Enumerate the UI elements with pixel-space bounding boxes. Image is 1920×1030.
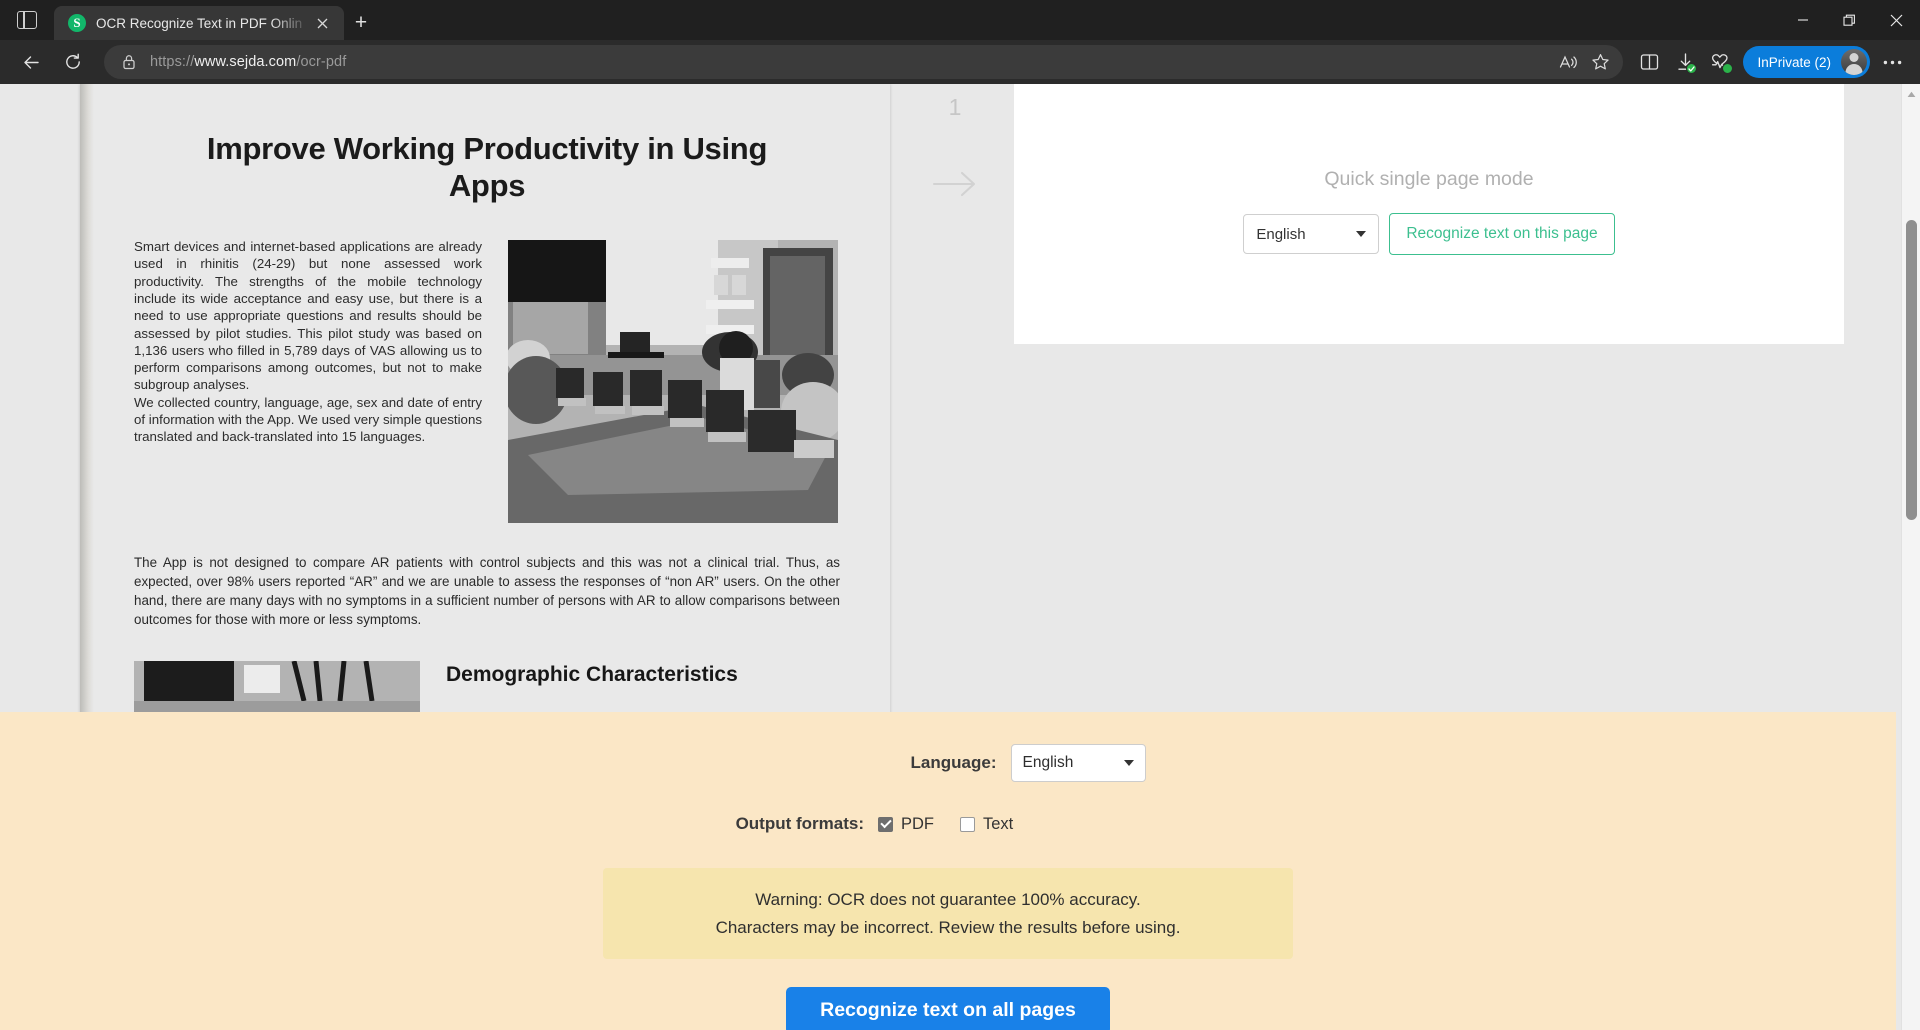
minimize-button[interactable] bbox=[1779, 0, 1826, 40]
quick-language-value: English bbox=[1256, 226, 1305, 243]
address-bar[interactable]: https://www.sejda.com/ocr-pdf bbox=[104, 45, 1623, 79]
document-paragraph-2: We collected country, language, age, sex… bbox=[134, 394, 482, 446]
document-title: Improve Working Productivity in Using Ap… bbox=[168, 131, 806, 204]
quick-panel-controls: English Recognize text on this page bbox=[1014, 213, 1844, 255]
output-formats-label: Output formats: bbox=[618, 814, 878, 834]
tab-title: OCR Recognize Text in PDF Onlin bbox=[96, 16, 310, 31]
back-button[interactable] bbox=[13, 44, 49, 80]
page-viewport: Improve Working Productivity in Using Ap… bbox=[0, 84, 1920, 1030]
new-tab-button[interactable]: + bbox=[344, 6, 378, 40]
lock-icon bbox=[118, 51, 140, 73]
chevron-down-icon bbox=[1356, 231, 1366, 237]
sejda-favicon-icon: S bbox=[68, 14, 86, 32]
page-number-label: 1 bbox=[900, 84, 1010, 121]
document-left-column: Smart devices and internet-based applica… bbox=[134, 238, 482, 523]
arrow-right-icon[interactable] bbox=[900, 169, 1010, 199]
text-checkbox-label: Text bbox=[983, 815, 1013, 834]
browser-titlebar: S OCR Recognize Text in PDF Onlin + bbox=[0, 0, 1920, 40]
favorite-star-icon[interactable] bbox=[1585, 47, 1615, 77]
ocr-warning-box: Warning: OCR does not guarantee 100% acc… bbox=[603, 868, 1293, 959]
output-formats-row: Output formats: PDF Text bbox=[0, 814, 1896, 834]
page-scrollbar[interactable] bbox=[1901, 84, 1920, 1030]
essentials-status-badge bbox=[1722, 63, 1733, 74]
browser-window: S OCR Recognize Text in PDF Onlin + bbox=[0, 0, 1920, 1030]
chevron-down-icon bbox=[1124, 760, 1134, 766]
pdf-checkbox-label: PDF bbox=[901, 815, 934, 834]
text-checkbox[interactable] bbox=[960, 817, 975, 832]
warning-line-1: Warning: OCR does not guarantee 100% acc… bbox=[623, 886, 1273, 914]
recognize-this-page-button[interactable]: Recognize text on this page bbox=[1389, 213, 1614, 255]
omnibox-icons bbox=[1551, 47, 1615, 77]
browser-toolbar: https://www.sejda.com/ocr-pdf bbox=[0, 40, 1920, 84]
read-aloud-icon[interactable] bbox=[1553, 47, 1583, 77]
language-row: Language: English bbox=[0, 744, 1896, 782]
url-path: /ocr-pdf bbox=[296, 54, 346, 70]
settings-and-more-icon[interactable] bbox=[1874, 44, 1910, 80]
close-window-button[interactable] bbox=[1873, 0, 1920, 40]
format-option-text[interactable]: Text bbox=[960, 815, 1013, 834]
close-tab-icon[interactable] bbox=[310, 11, 334, 35]
cta-row: Recognize text on all pages bbox=[0, 987, 1896, 1030]
scroll-up-icon[interactable] bbox=[1902, 84, 1920, 104]
url-host: www.sejda.com bbox=[194, 54, 296, 70]
recognize-all-pages-button[interactable]: Recognize text on all pages bbox=[786, 987, 1110, 1030]
tab-search-icon bbox=[17, 11, 37, 29]
pdf-checkbox[interactable] bbox=[878, 817, 893, 832]
conference-room-photo bbox=[508, 240, 838, 523]
url-scheme: https:// bbox=[150, 54, 194, 70]
format-checkboxes: PDF Text bbox=[878, 815, 1278, 834]
ocr-language-select[interactable]: English bbox=[1011, 744, 1146, 782]
format-option-pdf[interactable]: PDF bbox=[878, 815, 934, 834]
browser-essentials-icon[interactable] bbox=[1703, 44, 1739, 80]
inprivate-profile-button[interactable]: InPrivate (2) bbox=[1743, 46, 1870, 78]
browser-tab[interactable]: S OCR Recognize Text in PDF Onlin bbox=[54, 6, 344, 40]
document-top-columns: Smart devices and internet-based applica… bbox=[134, 238, 844, 523]
scrollbar-thumb[interactable] bbox=[1906, 220, 1917, 520]
quick-panel-title: Quick single page mode bbox=[1014, 84, 1844, 191]
download-complete-badge bbox=[1686, 63, 1697, 74]
window-controls bbox=[1779, 0, 1920, 40]
page-navigation: 1 bbox=[900, 84, 1010, 784]
language-label: Language: bbox=[751, 753, 1011, 773]
quick-single-page-panel: Quick single page mode English Recognize… bbox=[1014, 84, 1844, 344]
quick-language-select[interactable]: English bbox=[1243, 214, 1379, 254]
ocr-options-panel: Language: English Output formats: PDF Te… bbox=[0, 712, 1896, 1030]
reload-button[interactable] bbox=[55, 44, 91, 80]
document-section-heading: Demographic Characteristics bbox=[446, 661, 844, 689]
downloads-icon[interactable] bbox=[1667, 44, 1703, 80]
document-paragraph-1: Smart devices and internet-based applica… bbox=[134, 238, 482, 394]
avatar bbox=[1841, 49, 1867, 75]
document-paragraph-3: The App is not designed to compare AR pa… bbox=[134, 553, 840, 629]
ocr-language-value: English bbox=[1023, 754, 1074, 772]
tab-actions-button[interactable] bbox=[0, 0, 54, 40]
warning-line-2: Characters may be incorrect. Review the … bbox=[623, 914, 1273, 942]
inprivate-label: InPrivate (2) bbox=[1757, 55, 1831, 70]
split-screen-icon[interactable] bbox=[1631, 44, 1667, 80]
url-text: https://www.sejda.com/ocr-pdf bbox=[150, 54, 1551, 70]
restore-button[interactable] bbox=[1826, 0, 1873, 40]
